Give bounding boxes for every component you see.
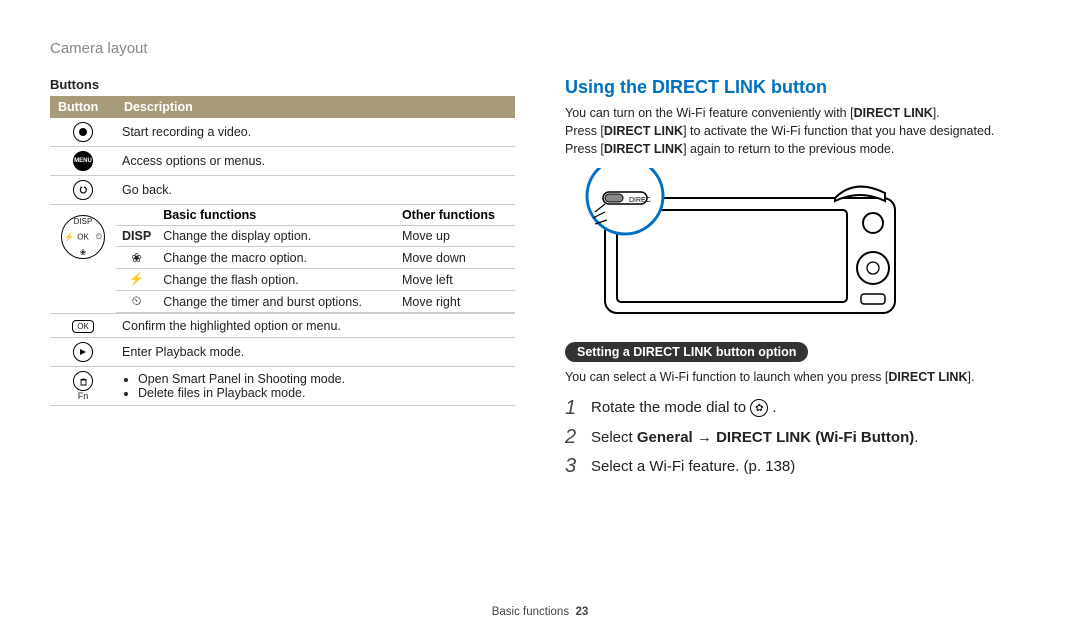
desc-ok: Confirm the highlighted option or menu.	[116, 314, 515, 338]
direct-link-title: Using the DIRECT LINK button	[565, 77, 1030, 98]
ok-icon: OK	[72, 320, 94, 333]
direc-label-text: DIREC	[629, 197, 651, 204]
th-other-functions: Other functions	[396, 205, 515, 226]
timer-basic: Change the timer and burst options.	[157, 291, 396, 313]
step-3: 3 Select a Wi-Fi feature. (p. 138)	[565, 455, 1030, 478]
nav-wheel-icon: DISP ❀ ⚡ ⏲ OK	[61, 215, 105, 259]
disp-other: Move up	[396, 226, 515, 247]
fn-label: Fn	[56, 391, 110, 401]
settings-mode-icon: ✿	[750, 399, 768, 417]
page-footer: Basic functions 23	[0, 606, 1080, 618]
timer-icon: ⏲	[116, 291, 157, 313]
timer-other: Move right	[396, 291, 515, 313]
fn-list: Open Smart Panel in Shooting mode. Delet…	[122, 372, 509, 400]
table-row: DISP ❀ ⚡ ⏲ OK Basic functions Other func…	[50, 205, 515, 314]
disp-icon: DISP	[116, 226, 157, 247]
buttons-section-label: Buttons	[50, 77, 515, 92]
camera-illustration: DIREC	[565, 168, 915, 328]
playback-icon	[73, 342, 93, 362]
step-2: 2 Select General → DIRECT LINK (Wi-Fi Bu…	[565, 426, 1030, 449]
direct-link-paragraph: You can turn on the Wi-Fi feature conven…	[565, 104, 1030, 158]
record-icon	[73, 122, 93, 142]
macro-other: Move down	[396, 247, 515, 269]
desc-record: Start recording a video.	[116, 118, 515, 147]
menu-icon: MENU	[73, 151, 93, 171]
step-1: 1 Rotate the mode dial to ✿ .	[565, 397, 1030, 420]
table-row: OK Confirm the highlighted option or men…	[50, 314, 515, 338]
setting-option-pill: Setting a DIRECT LINK button option	[565, 342, 808, 362]
content-columns: Buttons Button Description Start recordi…	[50, 77, 1030, 484]
nav-functions-table: Basic functions Other functions DISP Cha…	[116, 205, 515, 313]
disp-basic: Change the display option.	[157, 226, 396, 247]
left-column: Buttons Button Description Start recordi…	[50, 77, 515, 484]
flash-icon: ⚡	[116, 269, 157, 291]
page-header: Camera layout	[50, 40, 1030, 57]
table-row: Start recording a video.	[50, 118, 515, 147]
table-row: Go back.	[50, 176, 515, 205]
right-column: Using the DIRECT LINK button You can tur…	[565, 77, 1030, 484]
back-icon	[73, 180, 93, 200]
desc-menu: Access options or menus.	[116, 147, 515, 176]
table-row: Enter Playback mode.	[50, 338, 515, 367]
flash-basic: Change the flash option.	[157, 269, 396, 291]
desc-playback: Enter Playback mode.	[116, 338, 515, 367]
buttons-table: Button Description Start recording a vid…	[50, 96, 515, 406]
steps-list: 1 Rotate the mode dial to ✿ . 2 Select G…	[565, 397, 1030, 478]
table-row: Fn Open Smart Panel in Shooting mode. De…	[50, 367, 515, 406]
macro-icon: ❀	[116, 247, 157, 269]
fn-item-2: Delete files in Playback mode.	[138, 386, 509, 400]
trash-icon	[73, 371, 93, 391]
desc-back: Go back.	[116, 176, 515, 205]
th-basic-functions: Basic functions	[157, 205, 396, 226]
flash-other: Move left	[396, 269, 515, 291]
setting-option-paragraph: You can select a Wi-Fi function to launc…	[565, 368, 1030, 386]
macro-basic: Change the macro option.	[157, 247, 396, 269]
th-description: Description	[116, 96, 515, 118]
fn-item-1: Open Smart Panel in Shooting mode.	[138, 372, 509, 386]
table-row: MENU Access options or menus.	[50, 147, 515, 176]
th-button: Button	[50, 96, 116, 118]
